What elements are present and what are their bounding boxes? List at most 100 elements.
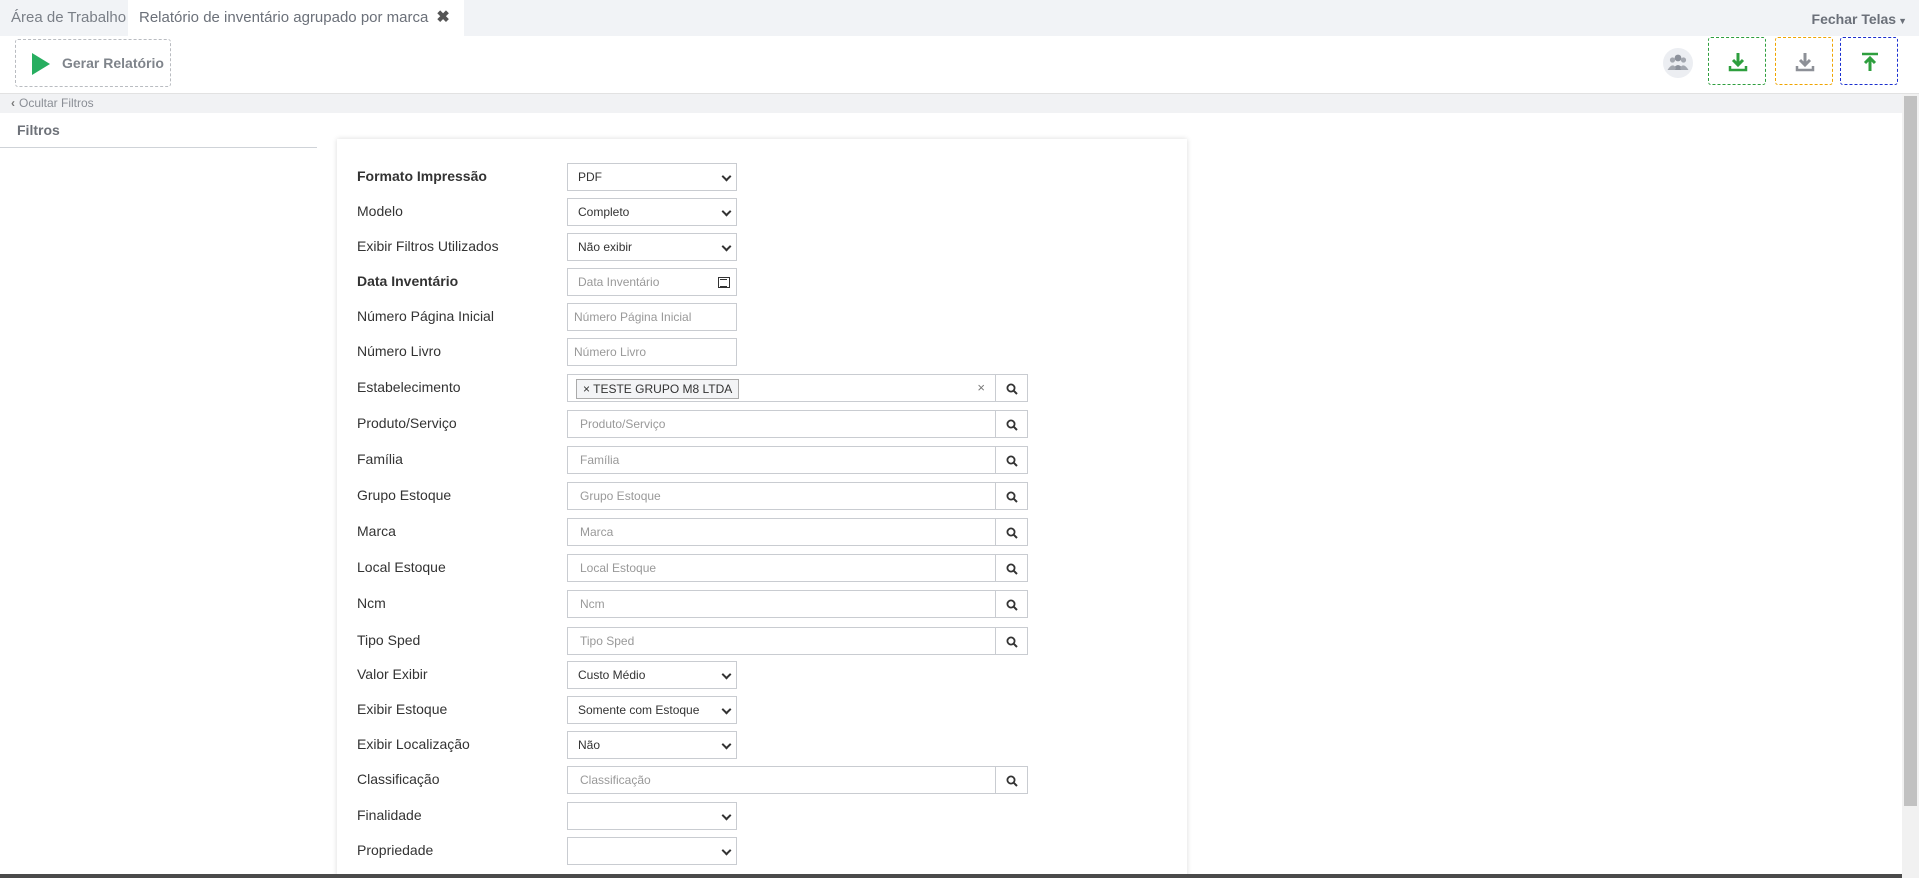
local-estoque-label: Local Estoque <box>357 559 446 575</box>
tipo-sped-input[interactable]: Tipo Sped <box>567 627 996 655</box>
form-row-num-pagina: Número Página Inicial Número Página Inic… <box>337 300 1187 331</box>
ocultar-filtros-toggle[interactable]: ‹ Ocultar Filtros <box>0 94 1902 113</box>
produto-input[interactable]: Produto/Serviço <box>567 410 996 438</box>
search-button[interactable] <box>996 590 1028 618</box>
gerar-relatorio-button[interactable]: Gerar Relatório <box>15 39 171 87</box>
select-value: Completo <box>578 205 630 219</box>
input-placeholder: Marca <box>580 525 614 539</box>
search-button[interactable] <box>996 518 1028 546</box>
familia-input[interactable]: Família <box>567 446 996 474</box>
finalidade-select[interactable] <box>567 802 737 830</box>
form-row-finalidade: Finalidade <box>337 799 1187 830</box>
vertical-scrollbar[interactable] <box>1902 94 1919 878</box>
selected-tag: × TESTE GRUPO M8 LTDA <box>576 379 740 399</box>
propriedade-select[interactable] <box>567 837 737 865</box>
ncm-input[interactable]: Ncm <box>567 590 996 618</box>
input-placeholder: Família <box>580 453 620 467</box>
input-placeholder: Local Estoque <box>580 561 657 575</box>
tab-label: Relatório de inventário agrupado por mar… <box>139 9 429 26</box>
upload-button[interactable] <box>1840 37 1898 85</box>
input-placeholder: Data Inventário <box>578 275 660 289</box>
calendar-button[interactable] <box>712 268 737 296</box>
local-estoque-input[interactable]: Local Estoque <box>567 554 996 582</box>
search-button[interactable] <box>996 446 1028 474</box>
exibir-localizacao-select[interactable]: Não <box>567 731 737 759</box>
form-row-familia: Família Família <box>337 443 1187 474</box>
search-icon <box>1006 455 1018 467</box>
modelo-label: Modelo <box>357 203 403 219</box>
chevron-down-icon <box>721 845 732 856</box>
form-row-ncm: Ncm Ncm <box>337 587 1187 618</box>
exibir-estoque-select[interactable]: Somente com Estoque <box>567 696 737 724</box>
form-row-data-inventario: Data Inventário Data Inventário <box>337 265 1187 296</box>
calendar-icon <box>718 277 730 288</box>
chevron-down-icon <box>721 739 732 750</box>
familia-label: Família <box>357 451 403 467</box>
search-button[interactable] <box>996 410 1028 438</box>
search-button[interactable] <box>996 554 1028 582</box>
form-row-tipo-sped: Tipo Sped Tipo Sped <box>337 624 1187 655</box>
ncm-label: Ncm <box>357 595 386 611</box>
valor-exibir-select[interactable]: Custo Médio <box>567 661 737 689</box>
search-button[interactable] <box>996 482 1028 510</box>
search-icon <box>1006 636 1018 648</box>
data-inventario-label: Data Inventário <box>357 273 459 289</box>
scrollbar-thumb[interactable] <box>1904 96 1917 806</box>
exibir-filtros-label: Exibir Filtros Utilizados <box>357 238 499 254</box>
select-value: Somente com Estoque <box>578 703 700 717</box>
num-pagina-input[interactable]: Número Página Inicial <box>567 303 737 331</box>
tipo-sped-label: Tipo Sped <box>357 632 421 648</box>
tag-remove-icon[interactable]: × <box>583 382 590 396</box>
form-row-exibir-filtros: Exibir Filtros Utilizados Não exibir <box>337 230 1187 261</box>
caret-down-icon: ▼ <box>1898 16 1907 26</box>
form-row-valor-exibir: Valor Exibir Custo Médio <box>337 658 1187 689</box>
select-value: Não exibir <box>578 240 633 254</box>
chevron-down-icon <box>721 206 732 217</box>
fechar-telas-label: Fechar Telas <box>1811 11 1897 27</box>
form-row-produto: Produto/Serviço Produto/Serviço <box>337 407 1187 438</box>
input-placeholder: Grupo Estoque <box>580 489 661 503</box>
estabelecimento-label: Estabelecimento <box>357 379 461 395</box>
fechar-telas-dropdown[interactable]: Fechar Telas ▼ <box>1812 0 1907 36</box>
form-row-estabelecimento: Estabelecimento × TESTE GRUPO M8 LTDA × <box>337 371 1187 402</box>
search-icon <box>1006 527 1018 539</box>
input-placeholder: Classificação <box>580 773 651 787</box>
tab-relatorio-inventario[interactable]: Relatório de inventário agrupado por mar… <box>128 0 464 36</box>
filters-form-panel: Formato Impressão PDF Modelo Completo Ex… <box>337 139 1187 878</box>
marca-input[interactable]: Marca <box>567 518 996 546</box>
grupo-estoque-input[interactable]: Grupo Estoque <box>567 482 996 510</box>
exibir-filtros-select[interactable]: Não exibir <box>567 233 737 261</box>
form-row-propriedade: Propriedade <box>337 834 1187 865</box>
search-button[interactable] <box>996 374 1028 402</box>
num-pagina-label: Número Página Inicial <box>357 308 494 324</box>
tab-label: Área de Trabalho <box>11 9 127 26</box>
tab-bar: Área de Trabalho Relatório de inventário… <box>0 0 1919 36</box>
search-icon <box>1006 491 1018 503</box>
search-icon <box>1006 599 1018 611</box>
num-livro-input[interactable]: Número Livro <box>567 338 737 366</box>
chevron-left-icon: ‹ <box>11 96 15 110</box>
clear-icon[interactable]: × <box>977 375 985 401</box>
form-row-formato: Formato Impressão PDF <box>337 160 1187 191</box>
modelo-select[interactable]: Completo <box>567 198 737 226</box>
upload-icon <box>1862 52 1878 71</box>
download-button[interactable] <box>1775 37 1833 85</box>
tab-area-de-trabalho[interactable]: Área de Trabalho <box>0 0 137 36</box>
close-icon[interactable]: ✖ <box>436 9 449 26</box>
formato-select[interactable]: PDF <box>567 163 737 191</box>
export-download-button[interactable] <box>1708 37 1766 85</box>
grupo-estoque-label: Grupo Estoque <box>357 487 452 503</box>
data-inventario-input[interactable]: Data Inventário <box>567 268 713 296</box>
search-button[interactable] <box>996 766 1028 794</box>
chevron-down-icon <box>721 810 732 821</box>
users-icon[interactable] <box>1663 48 1693 78</box>
valor-exibir-label: Valor Exibir <box>357 666 428 682</box>
search-icon <box>1006 775 1018 787</box>
exibir-estoque-label: Exibir Estoque <box>357 701 448 717</box>
classificacao-input[interactable]: Classificação <box>567 766 996 794</box>
estabelecimento-multiselect[interactable]: × TESTE GRUPO M8 LTDA × <box>567 374 996 402</box>
gerar-relatorio-label: Gerar Relatório <box>62 55 164 71</box>
select-value: PDF <box>578 170 602 184</box>
form-row-num-livro: Número Livro Número Livro <box>337 335 1187 366</box>
search-button[interactable] <box>996 627 1028 655</box>
